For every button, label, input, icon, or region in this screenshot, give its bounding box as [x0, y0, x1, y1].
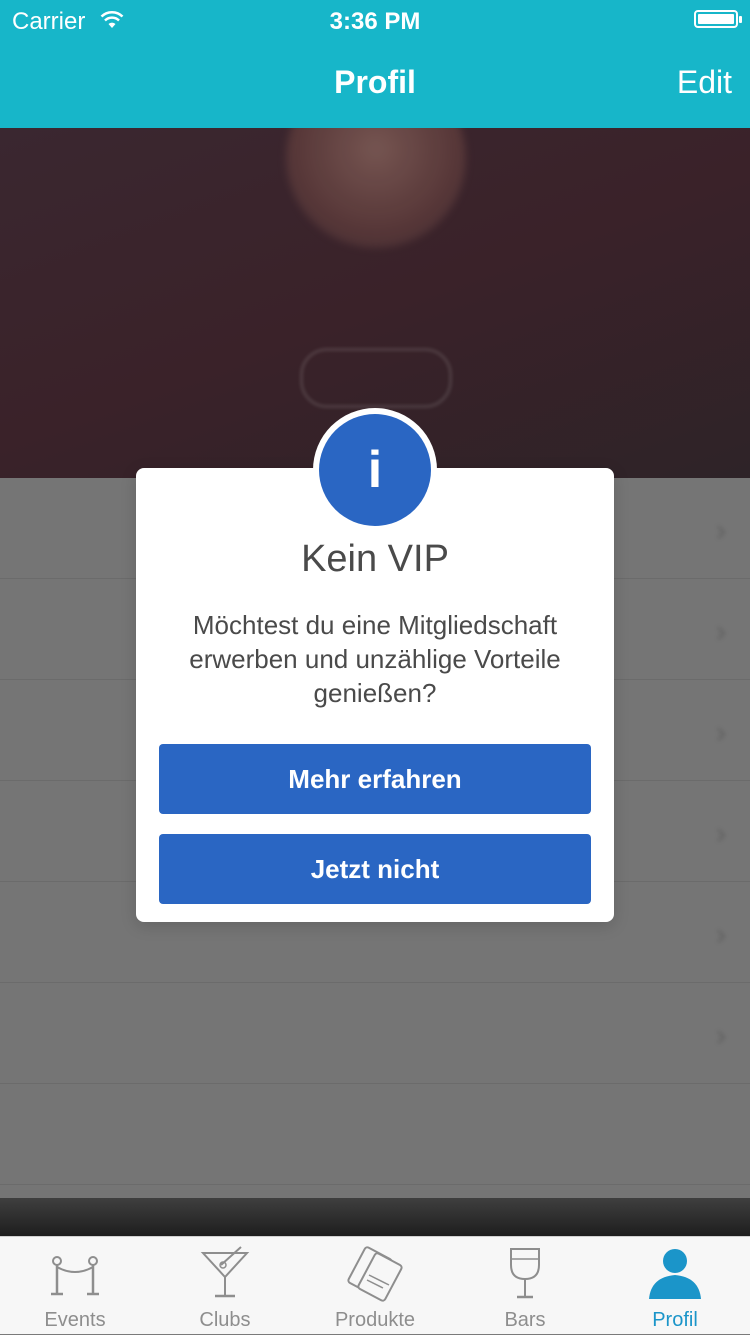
wine-glass-icon — [510, 1248, 540, 1299]
dialog-message-line: Möchtest du eine Mitgliedschaft — [192, 610, 558, 640]
dialog-title: Kein VIP — [301, 538, 449, 580]
list-item — [0, 1084, 750, 1185]
tab-label: Events — [44, 1309, 106, 1331]
tab-clubs[interactable]: Clubs — [150, 1237, 300, 1335]
not-now-button[interactable]: Jetzt nicht — [159, 834, 591, 904]
clock: 3:36 PM — [329, 8, 421, 35]
tab-label: Produkte — [334, 1309, 416, 1331]
status-bar: Carrier 3:36 PM — [0, 0, 750, 40]
edit-button[interactable]: Edit — [677, 64, 732, 101]
dialog-message-line: erwerben und unzählige Vorteile — [189, 644, 561, 674]
page-title: Profil — [334, 64, 416, 100]
info-glyph: i — [367, 441, 383, 499]
avatar — [286, 128, 466, 248]
info-icon: i — [319, 414, 431, 526]
tickets-icon — [347, 1246, 403, 1302]
tab-label: Bars — [504, 1309, 546, 1331]
tab-bars[interactable]: Bars — [450, 1237, 600, 1335]
list-item: › — [0, 983, 750, 1084]
tab-produkte[interactable]: Produkte — [300, 1237, 450, 1335]
tab-label: Profil — [652, 1309, 698, 1331]
battery-icon — [694, 10, 742, 28]
person-icon — [649, 1249, 701, 1299]
tab-events[interactable]: Events — [0, 1237, 150, 1335]
vip-dialog: Kein VIP Möchtest du eine Mitgliedschaft… — [136, 468, 614, 922]
cocktail-glass-icon — [200, 1246, 250, 1298]
dialog-message: Möchtest du eine Mitgliedschaft erwerben… — [166, 608, 584, 710]
dimmed-bottom-strip — [0, 1198, 750, 1236]
tab-bar: Events Clubs Produkte Bars Profil — [0, 1236, 750, 1334]
dialog-message-line: genießen? — [313, 678, 437, 708]
top-bar: Carrier 3:36 PM Profil Edit — [0, 0, 750, 128]
learn-more-button[interactable]: Mehr erfahren — [159, 744, 591, 814]
tab-label: Clubs — [199, 1309, 251, 1331]
info-badge: i — [313, 408, 437, 532]
profile-pill-blurred — [300, 348, 452, 408]
rope-barrier-icon — [51, 1256, 99, 1296]
tab-profil[interactable]: Profil — [600, 1237, 750, 1335]
